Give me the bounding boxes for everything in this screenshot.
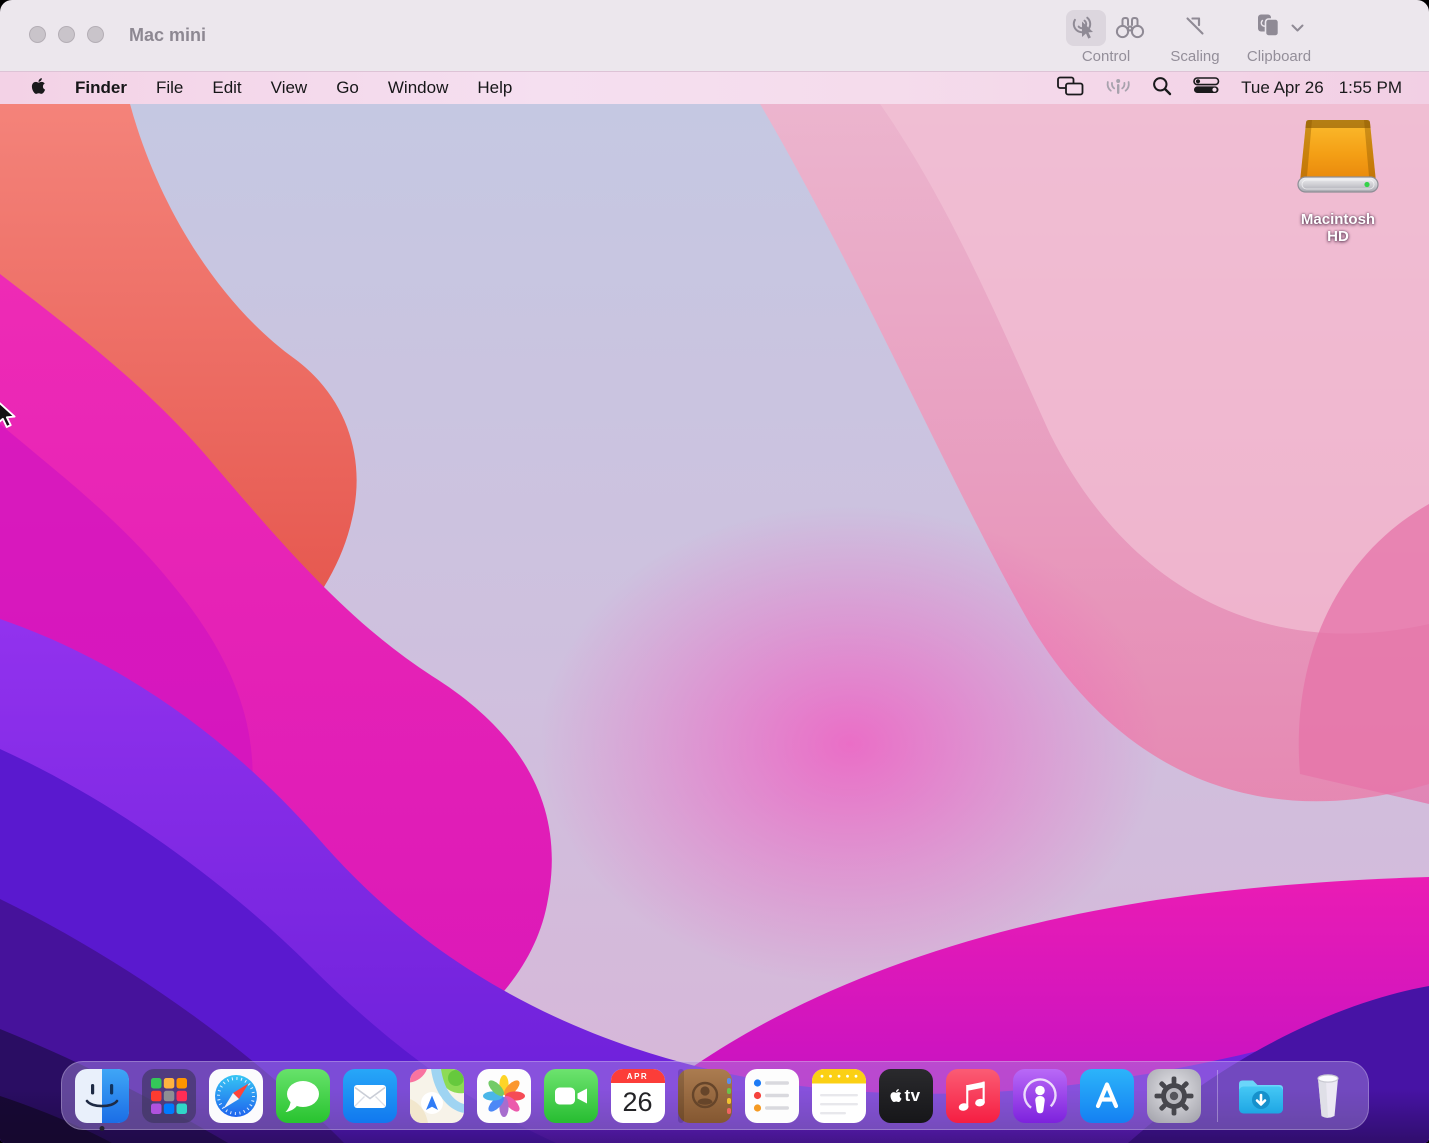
screen-sharing-active-icon [1105, 75, 1131, 96]
dock-item-reminders[interactable] [745, 1069, 799, 1123]
dock-item-maps[interactable] [410, 1069, 464, 1123]
observe-mode-button[interactable] [1114, 13, 1146, 44]
dock: APR 26 [61, 1061, 1369, 1130]
dock-item-calendar[interactable]: APR 26 [611, 1069, 665, 1123]
external-drive-icon [1292, 118, 1384, 204]
clipboard-label: Clipboard [1236, 48, 1322, 65]
scaling-button[interactable] [1182, 13, 1208, 43]
notes-icon [812, 1069, 866, 1123]
dock-item-tv[interactable]: tv [879, 1069, 933, 1123]
chevron-down-icon [1291, 24, 1304, 33]
photos-icon [477, 1069, 531, 1123]
volume-label: Macintosh HD [1289, 211, 1387, 245]
apple-logo-icon [31, 77, 46, 95]
close-button[interactable] [29, 26, 46, 43]
menu-help[interactable]: Help [477, 78, 512, 98]
messages-icon [276, 1069, 330, 1123]
dock-item-trash[interactable] [1301, 1069, 1355, 1123]
mail-icon [343, 1069, 397, 1123]
traffic-lights [29, 26, 104, 43]
clock-date: Tue Apr 26 [1241, 78, 1324, 98]
trash-icon [1301, 1069, 1355, 1123]
scaling-arrows-icon [1182, 13, 1208, 39]
scaling-label: Scaling [1164, 48, 1226, 65]
maps-icon [410, 1069, 464, 1123]
toolbar-clipboard-group: Clipboard [1236, 9, 1322, 65]
tv-label: tv [904, 1086, 920, 1106]
dock-item-finder[interactable] [75, 1069, 129, 1123]
menu-file[interactable]: File [156, 78, 183, 98]
dock-item-app-store[interactable] [1080, 1069, 1134, 1123]
dock-item-notes[interactable] [812, 1069, 866, 1123]
cursor-control-icon [1071, 13, 1101, 43]
dock-item-music[interactable] [946, 1069, 1000, 1123]
dock-separator [1217, 1070, 1218, 1122]
control-label: Control [1058, 48, 1154, 65]
calendar-month: APR [611, 1069, 665, 1083]
desktop-volume-macintosh-hd[interactable]: Macintosh HD [1289, 118, 1387, 245]
reminders-icon [745, 1069, 799, 1123]
dock-item-podcasts[interactable] [1013, 1069, 1067, 1123]
toolbar-scaling-group: Scaling [1164, 9, 1226, 65]
dock-item-photos[interactable] [477, 1069, 531, 1123]
screen-mirroring-status[interactable] [1057, 76, 1084, 101]
desktop[interactable]: Macintosh HD [0, 104, 1429, 1143]
safari-icon [209, 1069, 263, 1123]
downloads-folder-icon [1234, 1069, 1288, 1123]
menu-view[interactable]: View [271, 78, 308, 98]
screen-mirroring-icon [1057, 76, 1084, 96]
app-store-icon [1080, 1069, 1134, 1123]
spotlight-search-icon [1152, 76, 1172, 96]
clipboard-menu-chevron[interactable] [1291, 20, 1304, 37]
podcasts-icon [1013, 1069, 1067, 1123]
apple-logo-small-icon [890, 1088, 902, 1103]
menu-edit[interactable]: Edit [212, 78, 241, 98]
control-mode-button[interactable] [1066, 10, 1106, 46]
spotlight-button[interactable] [1152, 76, 1172, 101]
window-titlebar: Mac mini [0, 0, 1429, 72]
dock-item-launchpad[interactable] [142, 1069, 196, 1123]
clock-time: 1:55 PM [1339, 78, 1402, 98]
menu-window[interactable]: Window [388, 78, 448, 98]
clipboard-button[interactable] [1255, 13, 1283, 43]
clipboard-sync-icon [1255, 13, 1283, 39]
zoom-button[interactable] [87, 26, 104, 43]
minimize-button[interactable] [58, 26, 75, 43]
wallpaper-monterey [0, 104, 1429, 1143]
apple-menu[interactable] [31, 77, 46, 100]
dock-item-facetime[interactable] [544, 1069, 598, 1123]
dock-item-downloads[interactable] [1234, 1069, 1288, 1123]
menu-finder[interactable]: Finder [75, 78, 127, 98]
dock-item-safari[interactable] [209, 1069, 263, 1123]
window-title: Mac mini [129, 0, 206, 72]
menu-bar: Finder File Edit View Go Window Help [0, 72, 1429, 104]
screen-sharing-window: Mac mini [0, 0, 1429, 1143]
menu-go[interactable]: Go [336, 78, 359, 98]
screen-sharing-status[interactable] [1105, 75, 1131, 101]
dock-item-contacts[interactable] [678, 1069, 732, 1123]
facetime-icon [544, 1069, 598, 1123]
dock-item-system-preferences[interactable] [1147, 1069, 1201, 1123]
control-center-button[interactable] [1193, 77, 1220, 99]
music-icon [946, 1069, 1000, 1123]
contacts-icon [678, 1069, 732, 1123]
dock-item-messages[interactable] [276, 1069, 330, 1123]
finder-icon [75, 1069, 129, 1123]
dock-item-mail[interactable] [343, 1069, 397, 1123]
toolbar-control-group: Control [1058, 9, 1154, 65]
launchpad-icon [142, 1069, 196, 1123]
binoculars-icon [1114, 13, 1146, 40]
calendar-day: 26 [611, 1083, 665, 1123]
control-center-icon [1193, 77, 1220, 94]
system-preferences-icon [1147, 1069, 1201, 1123]
running-indicator [99, 1126, 104, 1131]
menu-bar-clock[interactable]: Tue Apr 26 1:55 PM [1241, 78, 1402, 98]
